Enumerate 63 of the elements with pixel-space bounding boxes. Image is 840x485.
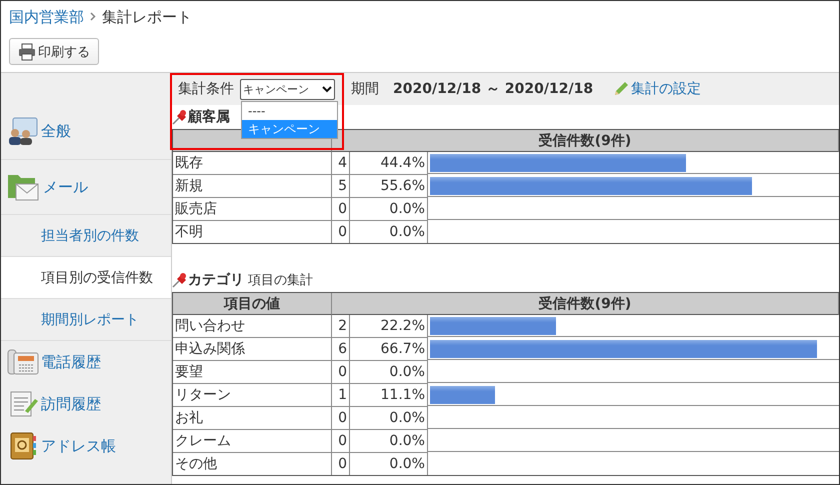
table-cell: 申込み関係	[173, 338, 332, 361]
table-cell: 0.0%	[350, 198, 428, 221]
table-cell: 既存	[173, 152, 332, 175]
table-cell: 0	[332, 430, 350, 453]
table-cell: クレーム	[173, 430, 332, 453]
table-cell: 0.0%	[350, 453, 428, 475]
table-cell: リターン	[173, 384, 332, 407]
table-cell: 55.6%	[350, 175, 428, 198]
table-cell: 22.2%	[350, 315, 428, 338]
sidebar-item[interactable]: 全般	[1, 103, 171, 159]
table-cell: 66.7%	[350, 338, 428, 361]
table-cell: 問い合わせ	[173, 315, 332, 338]
table-cell: 0.0%	[350, 361, 428, 384]
filter-label: 集計条件	[178, 80, 234, 98]
chevron-down-icon	[322, 85, 332, 93]
sidebar-item[interactable]: 訪問履歴	[1, 383, 171, 425]
table-cell: 11.1%	[350, 384, 428, 407]
chevron-right-icon	[90, 12, 96, 20]
table-cell: 不明	[173, 221, 332, 243]
table-cell: 販売店	[173, 198, 332, 221]
pushpin-icon	[172, 272, 188, 288]
sidebar-subitem[interactable]: 項目別の受信件数	[1, 256, 171, 298]
table-cell: 5	[332, 175, 350, 198]
table-cell: お礼	[173, 407, 332, 430]
table-cell: 2	[332, 315, 350, 338]
print-button[interactable]: 印刷する	[9, 38, 99, 65]
settings-link[interactable]: 集計の設定	[613, 80, 702, 98]
column-header: 受信件数(9件)	[332, 130, 839, 152]
table-cell: 4	[332, 152, 350, 175]
column-header: 項目の値	[173, 293, 332, 315]
page-title: 集計レポート	[102, 8, 192, 26]
table-cell: 新規	[173, 175, 332, 198]
table-cell: 0.0%	[350, 221, 428, 243]
table-cell: 0	[332, 361, 350, 384]
pencil-icon	[613, 81, 630, 97]
table-cell: 要望	[173, 361, 332, 384]
table-cell: 6	[332, 338, 350, 361]
table-cell: 0.0%	[350, 407, 428, 430]
sidebar-item[interactable]: メール	[1, 160, 171, 214]
table-cell: 0	[332, 198, 350, 221]
section-title: 顧客属	[188, 108, 230, 126]
table-cell: 0	[332, 221, 350, 243]
printer-icon	[18, 42, 36, 60]
condition-select[interactable]: キャンペーン	[240, 78, 335, 100]
sidebar-item[interactable]: アドレス帳	[1, 425, 171, 467]
section-subtitle: 項目の集計	[248, 272, 313, 289]
table-cell: 1	[332, 384, 350, 407]
column-header: 受信件数(9件)	[332, 293, 839, 315]
dropdown-option[interactable]: キャンペーン	[242, 120, 337, 138]
people-icon	[7, 116, 39, 146]
breadcrumb-link[interactable]: 国内営業部	[9, 8, 84, 26]
table-cell: 0	[332, 453, 350, 475]
phone-icon	[7, 347, 39, 377]
table-cell: 0	[332, 407, 350, 430]
table-cell: 44.4%	[350, 152, 428, 175]
table-cell: その他	[173, 453, 332, 475]
period-label: 期間	[351, 80, 379, 98]
sidebar-item[interactable]: 電話履歴	[1, 341, 171, 383]
section-title: カテゴリ	[188, 271, 244, 289]
pushpin-icon	[172, 109, 188, 125]
period-value: 2020/12/18 ～ 2020/12/18	[393, 80, 594, 98]
sidebar-subitem[interactable]: 期間別レポート	[1, 298, 171, 340]
table-cell: 0.0%	[350, 430, 428, 453]
